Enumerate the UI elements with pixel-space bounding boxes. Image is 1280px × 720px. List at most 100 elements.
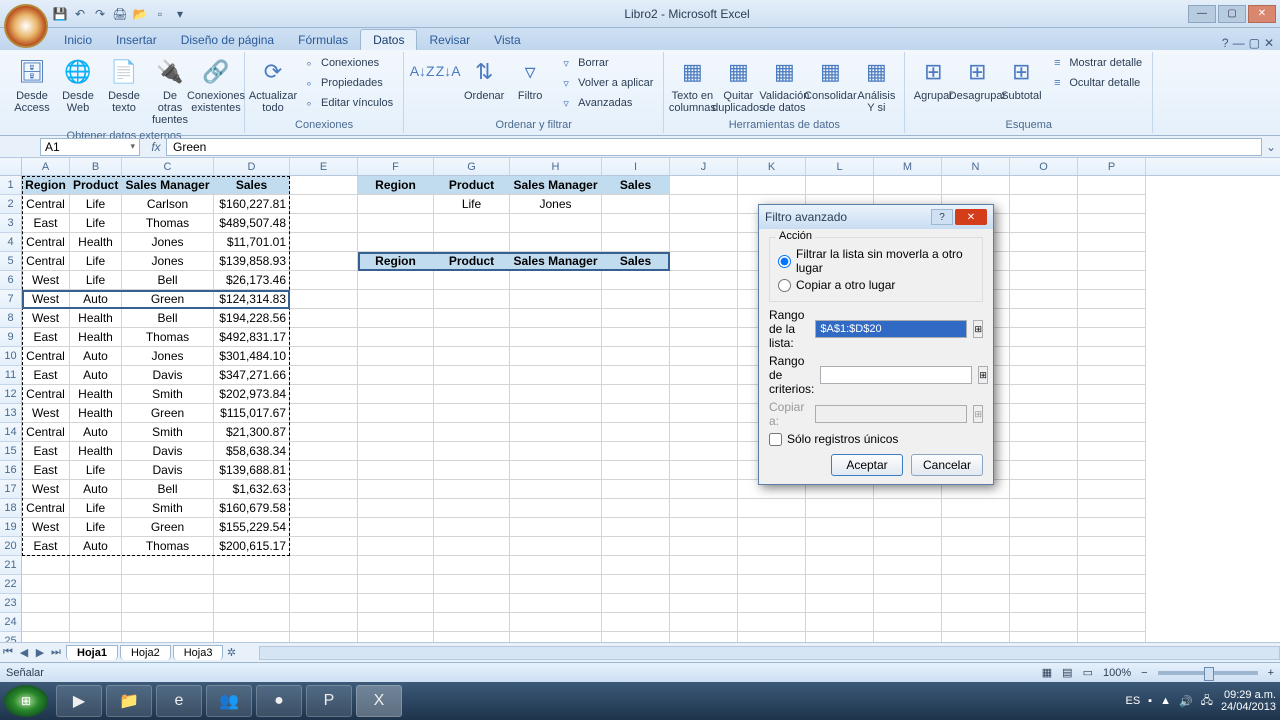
cell[interactable]: Health	[70, 309, 122, 328]
cell[interactable]	[738, 537, 806, 556]
col-header-I[interactable]: I	[602, 158, 670, 175]
cell[interactable]	[670, 518, 738, 537]
cell[interactable]	[1010, 214, 1078, 233]
ok-button[interactable]: Aceptar	[831, 454, 903, 476]
cell[interactable]	[358, 442, 434, 461]
btn-desde-web[interactable]: 🌐Desde Web	[56, 54, 100, 116]
redo-icon[interactable]: ↷	[92, 6, 108, 22]
cell[interactable]: Auto	[70, 347, 122, 366]
cell[interactable]	[942, 537, 1010, 556]
cell[interactable]	[602, 461, 670, 480]
flag-icon[interactable]: ▪	[1148, 695, 1152, 707]
tab-fórmulas[interactable]: Fórmulas	[286, 30, 360, 50]
row-header[interactable]: 20	[0, 537, 22, 556]
btn-desde-access[interactable]: 🗄Desde Access	[10, 54, 54, 116]
cell[interactable]	[1010, 594, 1078, 613]
row-header[interactable]: 4	[0, 233, 22, 252]
row-header[interactable]: 2	[0, 195, 22, 214]
cell[interactable]	[510, 290, 602, 309]
cell[interactable]	[434, 404, 510, 423]
cell[interactable]	[942, 556, 1010, 575]
cell[interactable]	[1078, 233, 1146, 252]
cell[interactable]	[510, 594, 602, 613]
cell[interactable]: Health	[70, 442, 122, 461]
row-header[interactable]: 6	[0, 271, 22, 290]
row-header[interactable]: 9	[0, 328, 22, 347]
cell[interactable]	[670, 252, 738, 271]
cell[interactable]: Auto	[70, 423, 122, 442]
btn-análisis-y-si[interactable]: ▦Análisis Y si	[854, 54, 898, 116]
cell[interactable]: Life	[70, 518, 122, 537]
cell[interactable]: Life	[70, 195, 122, 214]
cell[interactable]	[358, 271, 434, 290]
help-icon[interactable]: ?	[1222, 36, 1229, 50]
task-mediaplayer[interactable]: ▶	[56, 685, 102, 717]
cell[interactable]	[670, 537, 738, 556]
cell[interactable]	[22, 575, 70, 594]
cell[interactable]	[358, 347, 434, 366]
cell[interactable]	[122, 613, 214, 632]
cell[interactable]	[602, 385, 670, 404]
cell[interactable]	[942, 613, 1010, 632]
cell[interactable]	[290, 613, 358, 632]
cell[interactable]	[602, 537, 670, 556]
cell[interactable]	[214, 632, 290, 642]
cell[interactable]: Green	[122, 404, 214, 423]
cell[interactable]	[290, 309, 358, 328]
sheet-tab-hoja1[interactable]: Hoja1	[66, 645, 118, 660]
horizontal-scrollbar[interactable]	[259, 646, 1280, 660]
btn-de-otras-fuentes[interactable]: 🔌De otras fuentes	[148, 54, 192, 128]
cell[interactable]	[806, 613, 874, 632]
cell[interactable]	[942, 176, 1010, 195]
cell[interactable]	[602, 195, 670, 214]
save-icon[interactable]: 💾	[52, 6, 68, 22]
cell[interactable]: Jones	[510, 195, 602, 214]
cell[interactable]: Sales	[602, 176, 670, 195]
cell[interactable]	[510, 575, 602, 594]
cell[interactable]	[510, 480, 602, 499]
cell[interactable]	[70, 556, 122, 575]
cell[interactable]: Region	[22, 176, 70, 195]
cell[interactable]	[670, 195, 738, 214]
cell[interactable]	[670, 290, 738, 309]
cell[interactable]	[1078, 632, 1146, 642]
task-explorer[interactable]: 📁	[106, 685, 152, 717]
cell[interactable]	[1078, 575, 1146, 594]
zoom-slider[interactable]	[1158, 671, 1258, 675]
cell[interactable]: East	[22, 442, 70, 461]
cell[interactable]	[358, 214, 434, 233]
cell[interactable]: $200,615.17	[214, 537, 290, 556]
btn-quitar-duplicados[interactable]: ▦Quitar duplicados	[716, 54, 760, 116]
cell[interactable]	[738, 632, 806, 642]
cell[interactable]	[942, 632, 1010, 642]
cell[interactable]: Smith	[122, 499, 214, 518]
cell[interactable]: Central	[22, 347, 70, 366]
cell[interactable]	[70, 613, 122, 632]
cell[interactable]	[290, 461, 358, 480]
btn-propiedades[interactable]: ∘Propiedades	[297, 74, 397, 92]
cell[interactable]	[602, 271, 670, 290]
cell[interactable]	[670, 233, 738, 252]
cell[interactable]	[1010, 461, 1078, 480]
cell[interactable]: Davis	[122, 442, 214, 461]
cell[interactable]	[1010, 309, 1078, 328]
expand-formula-icon[interactable]: ⌄	[1266, 140, 1280, 154]
cell[interactable]: Thomas	[122, 537, 214, 556]
cell[interactable]	[942, 518, 1010, 537]
cell[interactable]	[738, 499, 806, 518]
col-header-D[interactable]: D	[214, 158, 290, 175]
cell[interactable]	[738, 575, 806, 594]
cell[interactable]	[290, 252, 358, 271]
cell[interactable]	[510, 214, 602, 233]
cell[interactable]	[214, 613, 290, 632]
cell[interactable]	[1078, 442, 1146, 461]
cell[interactable]	[1078, 176, 1146, 195]
cell[interactable]	[358, 499, 434, 518]
cell[interactable]	[434, 575, 510, 594]
sort-button[interactable]: ⇅Ordenar	[462, 54, 506, 104]
row-header[interactable]: 22	[0, 575, 22, 594]
start-button[interactable]: ⊞	[4, 685, 48, 717]
tab-inicio[interactable]: Inicio	[52, 30, 104, 50]
chk-unique[interactable]: Sólo registros únicos	[769, 432, 983, 446]
filter-button[interactable]: ▿Filtro	[508, 54, 552, 104]
